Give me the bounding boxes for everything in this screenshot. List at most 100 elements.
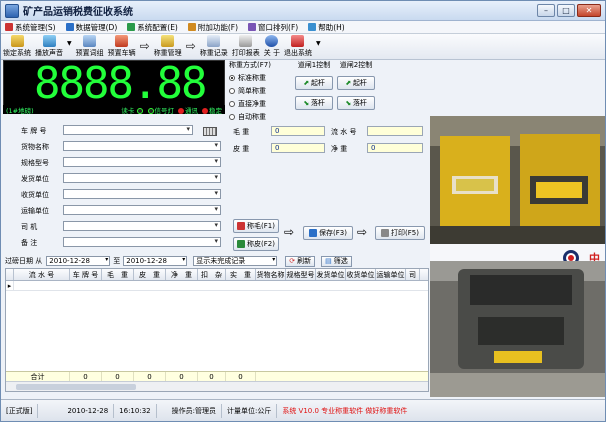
remark-combo[interactable] [63,237,221,247]
save-label: 保存(F3) [319,229,347,237]
gate1-down-button[interactable]: ⬊ 落杆 [295,96,333,110]
column-header[interactable]: 皮 重 [134,269,166,280]
records-table[interactable]: 流 水 号 车 牌 号 毛 重 皮 重 净 重 扣 杂 实 重 货物名称 规格型… [5,268,429,392]
mode-direct-radio[interactable]: 直接净重 [229,99,291,109]
print-report-button[interactable]: 打印报表 [232,34,260,58]
row-indicator-header [6,269,14,280]
transport-label: 运输单位 [21,207,49,215]
gross-field[interactable]: 0 [271,126,325,136]
footer-cell: 0 [134,372,166,381]
signal-indicator: 信号灯 [147,105,174,115]
driver-combo[interactable] [63,221,221,231]
raise-icon: ⬈ [303,79,309,87]
column-header[interactable]: 流 水 号 [14,269,70,280]
receiver-label: 收货单位 [21,191,49,199]
spec-combo[interactable] [63,157,221,167]
cargo-combo[interactable] [63,141,221,151]
chevron-down-icon[interactable]: ▼ [316,40,321,47]
column-header[interactable]: 货物名称 [256,269,286,280]
menu-window[interactable]: 窗口排列(F) [248,22,298,33]
sender-combo[interactable] [63,173,221,183]
date-from-picker[interactable]: 2010-12-28 [46,256,111,266]
chevron-down-icon[interactable]: ▼ [67,40,72,47]
table-row[interactable]: ▸ [6,281,428,291]
column-header[interactable]: 扣 杂 [198,269,226,280]
radio-label: 标准称重 [238,74,266,82]
menu-config[interactable]: 系统配置(E) [127,22,178,33]
mode-simple-radio[interactable]: 简单称重 [229,86,291,96]
column-header[interactable]: 车 牌 号 [70,269,102,280]
truck-icon [237,240,246,248]
gate2-label: 道闸2控制 [339,61,373,69]
column-header[interactable]: 规格型号 [286,269,316,280]
weigh-tare-button[interactable]: 称皮(F2) [233,237,279,251]
mode-auto-radio[interactable]: 自动称重 [229,112,291,122]
play-sound-button[interactable]: 播放声音 [35,34,63,58]
keyboard-icon[interactable] [203,127,217,136]
plate-combo[interactable] [63,125,193,135]
column-header[interactable]: 净 重 [166,269,198,280]
menu-system[interactable]: 系统管理(S) [5,22,56,33]
gate2-down-button[interactable]: ⬊ 落杆 [337,96,375,110]
preset-detail-button[interactable]: 预置词组 [76,34,104,58]
tare-field[interactable]: 0 [271,143,325,153]
led-icon [136,107,143,114]
menu-help[interactable]: 帮助(H) [308,22,345,33]
printer-icon [381,229,390,237]
net-label: 净 重 [331,145,348,153]
arrow-right-icon: ⇨ [357,225,368,239]
refresh-label: 刷新 [297,257,312,265]
save-button[interactable]: 保存(F3) [303,226,353,240]
radio-label: 直接净重 [238,100,266,108]
preset-vehicle-button[interactable]: 预置车辆 [108,34,136,58]
column-header[interactable]: 毛 重 [102,269,134,280]
column-header[interactable]: 运输单位 [376,269,406,280]
weigh-manage-label: 称重管理 [153,49,182,57]
exit-label: 退出系统 [283,49,312,57]
filter-button[interactable]: ▤ 筛选 [321,255,352,267]
driver-label: 司 机 [21,223,38,231]
exit-icon [291,35,305,47]
about-button[interactable]: 关 于 [264,34,280,58]
lock-system-button[interactable]: 锁定系统 [3,34,31,58]
refresh-button[interactable]: ⟳ 刷新 [285,255,316,267]
menu-extra[interactable]: 附加功能(F) [187,22,238,33]
lock-icon [10,35,24,47]
horizontal-scrollbar[interactable] [6,381,428,391]
arrow-right-icon: ⇨ [185,39,196,53]
net-field[interactable]: 0 [367,143,423,153]
minimize-button[interactable]: – [537,4,555,17]
weigh-mode-group: 称重方式(F7) 标准称重 简单称重 直接净重 自动称重 [225,60,291,121]
print-button[interactable]: 打印(F5) [375,226,425,240]
serial-field[interactable] [367,126,423,136]
footer-cell: 0 [166,372,198,381]
menu-data[interactable]: 数据管理(D) [65,22,117,33]
preset-detail-label: 预置词组 [75,49,104,57]
footer-cell: 0 [70,372,102,381]
sound-label: 播放声音 [35,49,63,57]
exit-system-button[interactable]: 退出系统 [284,34,312,58]
close-button[interactable]: ✕ [577,4,601,17]
menu-bar: 系统管理(S) 数据管理(D) 系统配置(E) 附加功能(F) 窗口排列(F) … [1,21,605,34]
maximize-button[interactable]: □ [557,4,575,17]
weigh-manage-button[interactable]: 称重管理 [154,34,182,58]
sender-label: 发货单位 [21,175,49,183]
record-filter-select[interactable]: 显示未完成记录 [193,256,278,266]
column-header[interactable]: 实 重 [226,269,256,280]
column-header[interactable]: 司 [406,269,420,280]
scale-icon [161,35,175,47]
date-to-picker[interactable]: 2010-12-28 [123,256,188,266]
scrollbar-thumb[interactable] [16,384,136,390]
column-header[interactable]: 收货单位 [346,269,376,280]
gate1-up-button[interactable]: ⬈ 起杆 [295,76,333,90]
receiver-combo[interactable] [63,189,221,199]
column-header[interactable]: 发货单位 [316,269,346,280]
read-card-label: 读卡 [121,106,135,115]
extra-menu-icon [187,23,196,31]
weigh-gross-button[interactable]: 称毛(F1) [233,219,279,233]
gate2-up-button[interactable]: ⬈ 起杆 [337,76,375,90]
transport-combo[interactable] [63,205,221,215]
weigh-record-button[interactable]: 称重记录 [200,34,228,58]
mode-standard-radio[interactable]: 标准称重 [229,73,291,83]
arrow-right-icon: ⇨ [139,39,150,53]
